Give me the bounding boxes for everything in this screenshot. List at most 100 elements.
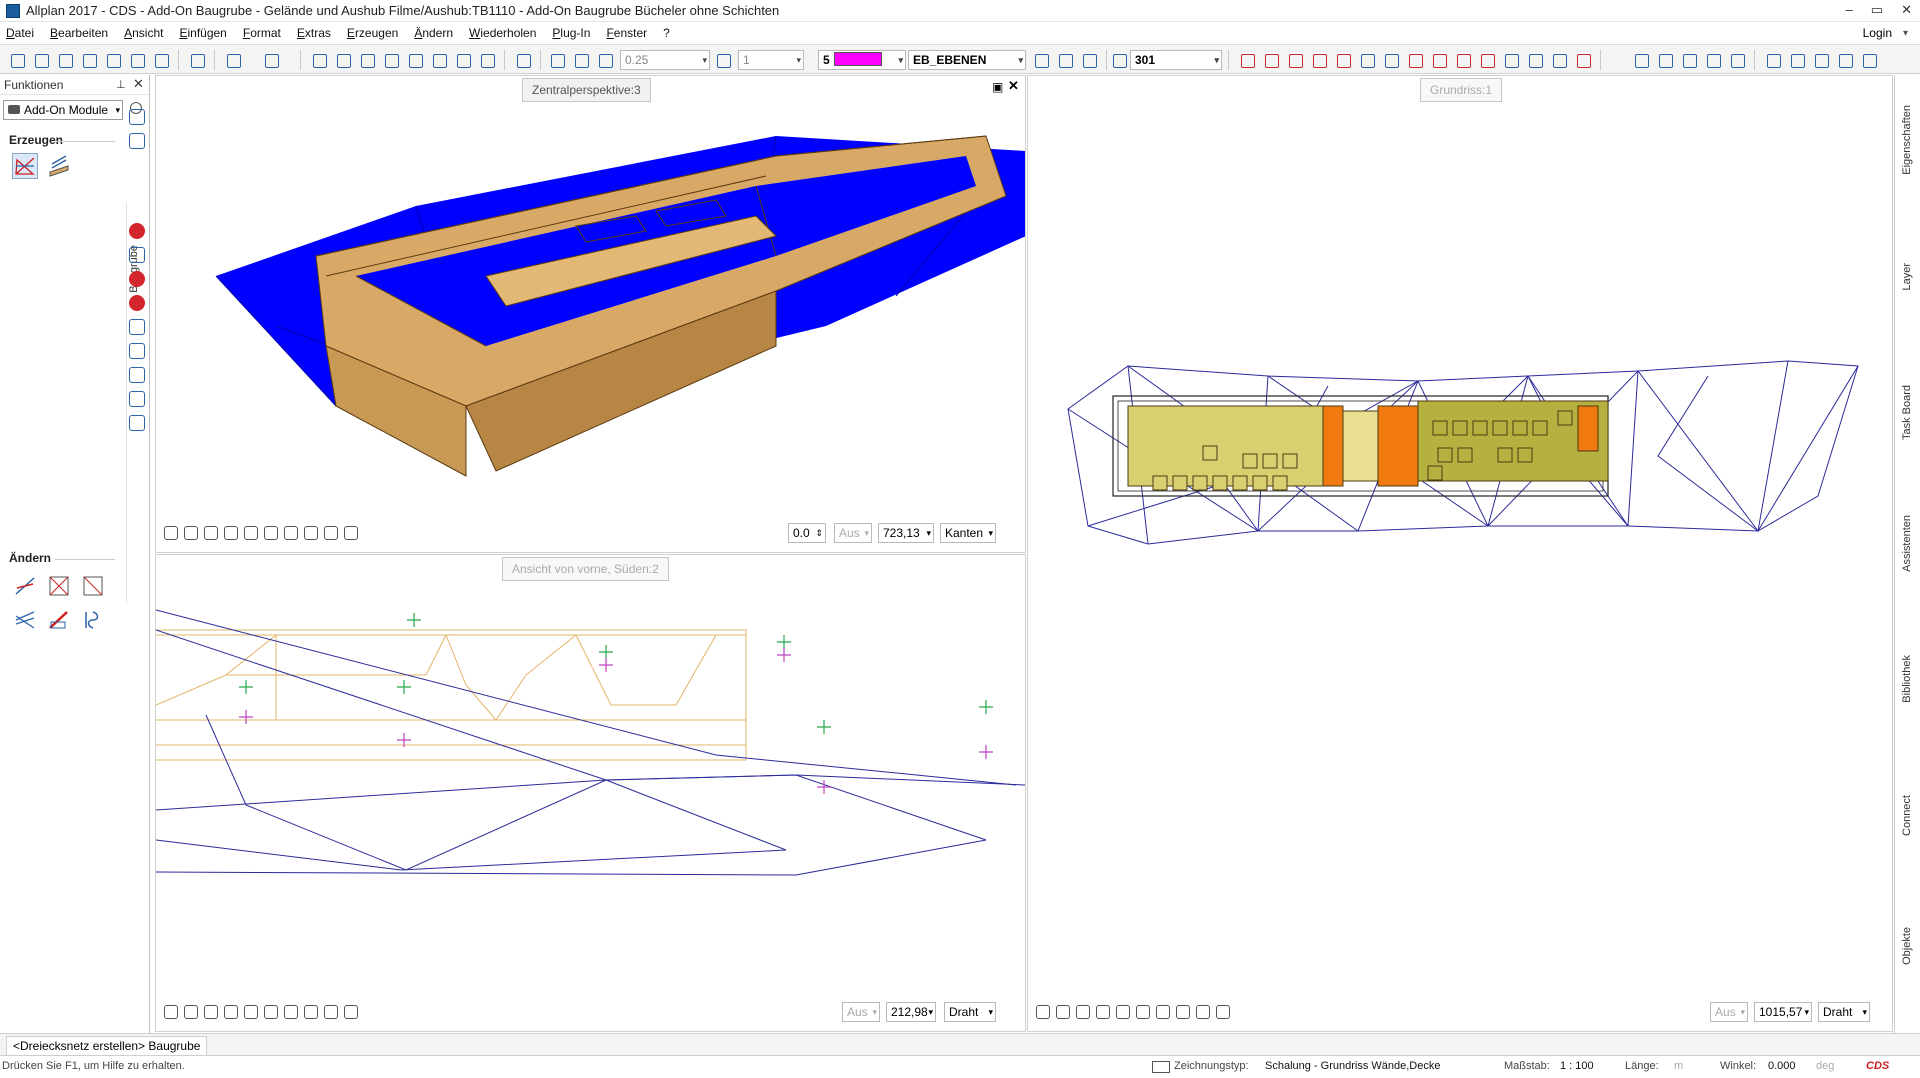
pin-icon[interactable]: ⊥ bbox=[116, 78, 126, 91]
viewport-front[interactable]: Ansicht von vorne, Süden:2 Aus ▾ 212,98 … bbox=[155, 554, 1026, 1032]
modify-mesh-icon[interactable] bbox=[46, 573, 72, 599]
navigation-mode-icon[interactable] bbox=[224, 526, 238, 540]
open-file-icon[interactable] bbox=[80, 51, 98, 69]
pick-icon[interactable] bbox=[1632, 51, 1650, 69]
length-unit[interactable]: m bbox=[1674, 1060, 1683, 1072]
open-project-icon[interactable] bbox=[32, 51, 50, 69]
layer-field[interactable]: EB_EBENEN ▾ bbox=[908, 50, 1026, 70]
snap-icon[interactable] bbox=[1764, 51, 1782, 69]
zoom-all-icon[interactable] bbox=[164, 526, 178, 540]
view-options-icon[interactable] bbox=[1216, 1005, 1230, 1019]
zoom-all-icon[interactable] bbox=[164, 1005, 178, 1019]
next-view-icon[interactable] bbox=[1136, 1005, 1150, 1019]
cube-icon[interactable] bbox=[478, 51, 496, 69]
viewport-perspective[interactable]: Zentralperspektive:3 ▣ ✕ 0.0 ⇕ Aus ▾ 723,1… bbox=[155, 75, 1026, 553]
menu-aendern[interactable]: Ändern bbox=[414, 26, 453, 40]
tab-task-board[interactable]: Task Board bbox=[1901, 385, 1913, 440]
tab-assistenten[interactable]: Assistenten bbox=[1901, 515, 1913, 572]
zoom-in-icon[interactable] bbox=[1076, 1005, 1090, 1019]
angle-unit[interactable]: deg bbox=[1816, 1060, 1834, 1072]
modify-edit-icon[interactable] bbox=[46, 607, 72, 633]
display-mode-field[interactable]: Draht ▾ bbox=[1818, 1002, 1870, 1022]
panel-close-icon[interactable]: ✕ bbox=[133, 76, 144, 92]
select-filter-icon[interactable] bbox=[1704, 51, 1722, 69]
select-all-icon[interactable] bbox=[1680, 51, 1698, 69]
filter-clear-icon[interactable] bbox=[1860, 51, 1878, 69]
file-icon[interactable] bbox=[56, 51, 74, 69]
print-icon[interactable] bbox=[152, 51, 170, 69]
menu-einfuegen[interactable]: Einfügen bbox=[179, 26, 226, 40]
plot-icon[interactable] bbox=[128, 51, 146, 69]
render-icon[interactable] bbox=[304, 526, 318, 540]
element-icon[interactable] bbox=[1550, 51, 1568, 69]
layout-icon[interactable] bbox=[188, 51, 206, 69]
zoom-all-icon[interactable] bbox=[1036, 1005, 1050, 1019]
fold2-icon[interactable] bbox=[358, 51, 376, 69]
minimize-button[interactable]: – bbox=[1846, 2, 1853, 18]
cube-view-icon[interactable] bbox=[284, 526, 298, 540]
modules-icon[interactable] bbox=[129, 133, 145, 149]
modify-line-icon[interactable] bbox=[12, 573, 38, 599]
module-dropdown[interactable]: Add-On Module ▾ bbox=[3, 100, 123, 120]
view-options-icon[interactable] bbox=[344, 526, 358, 540]
layer-lock-icon[interactable] bbox=[1080, 51, 1098, 69]
prev-view-icon[interactable] bbox=[1116, 1005, 1130, 1019]
new-project-icon[interactable] bbox=[8, 51, 26, 69]
menu-format[interactable]: Format bbox=[243, 26, 281, 40]
login-button[interactable]: Login bbox=[1863, 26, 1892, 40]
undo-icon[interactable] bbox=[224, 51, 242, 69]
redo-icon[interactable] bbox=[262, 51, 280, 69]
display-mode-field[interactable]: Draht ▾ bbox=[944, 1002, 996, 1022]
aus-field[interactable]: Aus ▾ bbox=[1710, 1002, 1748, 1022]
drawing-type-value[interactable]: Schalung - Grundriss Wände,Decke bbox=[1265, 1060, 1440, 1072]
maximize-button[interactable]: ▭ bbox=[1871, 2, 1883, 18]
next-view-icon[interactable] bbox=[264, 1005, 278, 1019]
menu-extras[interactable]: Extras bbox=[297, 26, 331, 40]
zoom-in-icon[interactable] bbox=[204, 1005, 218, 1019]
view-options-icon[interactable] bbox=[344, 1005, 358, 1019]
tab-objekte[interactable]: Objekte bbox=[1901, 927, 1913, 965]
menu-help[interactable]: ? bbox=[663, 26, 670, 40]
zoom-in-icon[interactable] bbox=[204, 526, 218, 540]
zoom-window-icon[interactable] bbox=[184, 1005, 198, 1019]
filter-icon[interactable] bbox=[1836, 51, 1854, 69]
menu-plugin[interactable]: Plug-In bbox=[552, 26, 590, 40]
tab-bibliothek[interactable]: Bibliothek bbox=[1901, 655, 1913, 703]
globe-icon[interactable] bbox=[129, 271, 145, 287]
delete-segment-icon[interactable] bbox=[1286, 51, 1304, 69]
snap-active-icon[interactable] bbox=[1788, 51, 1806, 69]
copy-paste-icon[interactable] bbox=[1382, 51, 1400, 69]
trim-icon[interactable] bbox=[1478, 51, 1496, 69]
prev-view-icon[interactable] bbox=[244, 1005, 258, 1019]
image-icon[interactable] bbox=[129, 319, 145, 335]
menu-wiederholen[interactable]: Wiederholen bbox=[469, 26, 536, 40]
paste-special-icon[interactable] bbox=[454, 51, 472, 69]
pick-format-icon[interactable] bbox=[572, 51, 590, 69]
dimension-icon[interactable] bbox=[129, 391, 145, 407]
layer-settings-icon[interactable] bbox=[1032, 51, 1050, 69]
create-triangle-mesh-icon[interactable] bbox=[12, 153, 38, 179]
fold-icon[interactable] bbox=[334, 51, 352, 69]
aus-field[interactable]: Aus ▾ bbox=[834, 523, 872, 543]
sum-icon[interactable] bbox=[1812, 51, 1830, 69]
copy-icon[interactable] bbox=[406, 51, 424, 69]
render-icon[interactable] bbox=[304, 1005, 318, 1019]
tab-eigenschaften[interactable]: Eigenschaften bbox=[1901, 105, 1913, 175]
pen-icon[interactable] bbox=[596, 51, 614, 69]
angle-field[interactable]: 0.0 ⇕ bbox=[788, 523, 826, 543]
cut-icon[interactable] bbox=[382, 51, 400, 69]
viewport-plan[interactable]: Grundriss:1 Aus ▾ 1015,57 ▾ Draht ▾ bbox=[1027, 75, 1893, 1032]
zoom-field[interactable]: 212,98 ▾ bbox=[886, 1002, 936, 1022]
menu-erzeugen[interactable]: Erzeugen bbox=[347, 26, 398, 40]
diamond-icon[interactable] bbox=[129, 415, 145, 431]
scale-value[interactable]: 1 : 100 bbox=[1560, 1060, 1594, 1072]
tab-layer[interactable]: Layer bbox=[1901, 263, 1913, 291]
pin-marker-icon[interactable] bbox=[129, 223, 145, 239]
display-mode-field[interactable]: Kanten ▾ bbox=[940, 523, 996, 543]
line-weight-field[interactable]: 0.25 ▾ bbox=[620, 50, 710, 70]
scale-icon[interactable] bbox=[1454, 51, 1472, 69]
format-icon[interactable] bbox=[548, 51, 566, 69]
paste-icon[interactable] bbox=[430, 51, 448, 69]
stop-icon[interactable] bbox=[129, 295, 145, 311]
document-tab[interactable]: <Dreiecksnetz erstellen> Baugrube bbox=[6, 1036, 208, 1056]
